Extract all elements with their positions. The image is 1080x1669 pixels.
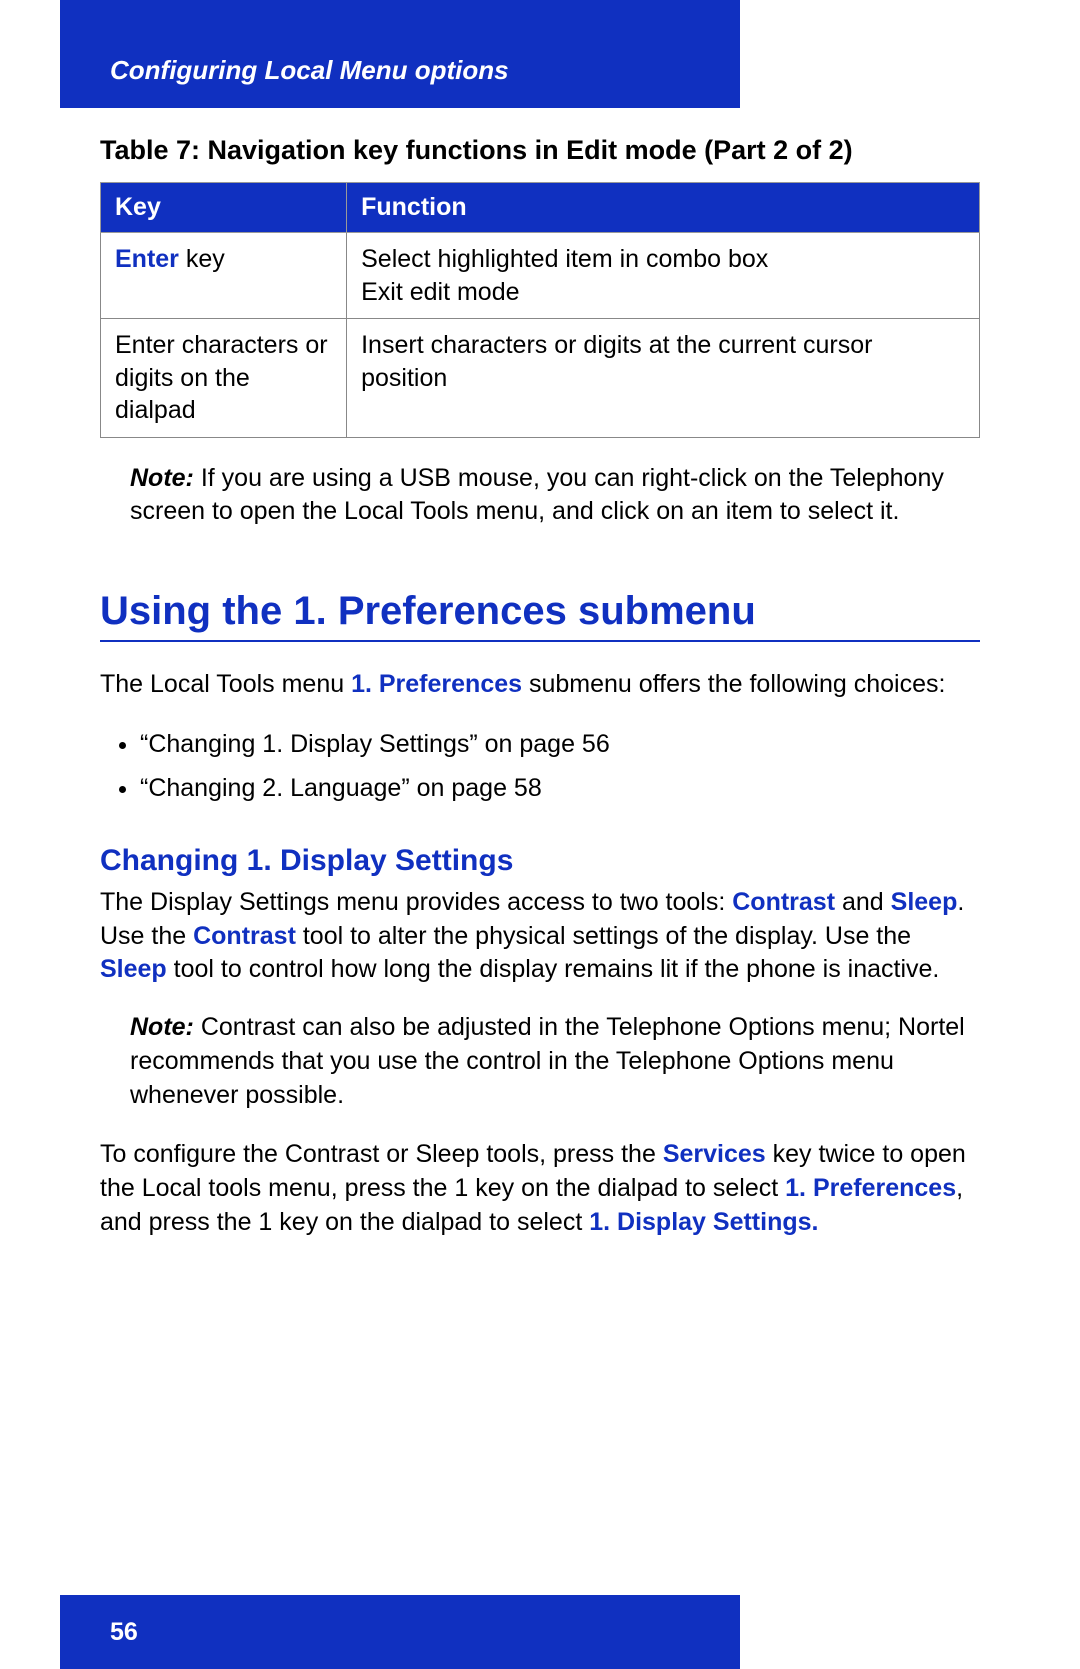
services-label: Services	[663, 1140, 766, 1168]
key-rest: key	[179, 245, 225, 273]
note-text: Contrast can also be adjusted in the Tel…	[130, 1013, 965, 1109]
list-item: “Changing 1. Display Settings” on page 5…	[140, 724, 980, 764]
cell-function: Insert characters or digits at the curre…	[347, 319, 980, 438]
table-header-function: Function	[347, 183, 980, 233]
text-run: and	[835, 888, 891, 916]
content: Table 7: Navigation key functions in Edi…	[100, 135, 980, 1240]
table-header-key: Key	[101, 183, 347, 233]
function-line: Exit edit mode	[361, 278, 519, 306]
note-block: Note: Contrast can also be adjusted in t…	[130, 1011, 980, 1112]
cell-key: Enter key	[101, 233, 347, 319]
contrast-label: Contrast	[193, 922, 296, 950]
cell-key: Enter characters or digits on the dialpa…	[101, 319, 347, 438]
text-run: To configure the Contrast or Sleep tools…	[100, 1140, 663, 1168]
header-band: Configuring Local Menu options	[60, 0, 740, 108]
preferences-label: 1. Preferences	[785, 1174, 956, 1202]
note-block: Note: If you are using a USB mouse, you …	[130, 462, 980, 530]
list-item: “Changing 2. Language” on page 58	[140, 768, 980, 808]
header-title: Configuring Local Menu options	[110, 55, 509, 86]
sleep-label: Sleep	[891, 888, 958, 916]
note-label: Note:	[130, 1013, 194, 1041]
note-label: Note:	[130, 464, 194, 492]
table-row: Enter key Select highlighted item in com…	[101, 233, 980, 319]
table-row: Enter characters or digits on the dialpa…	[101, 319, 980, 438]
subsection-heading: Changing 1. Display Settings	[100, 844, 980, 878]
cell-function: Select highlighted item in combo box Exi…	[347, 233, 980, 319]
subsection-paragraph: The Display Settings menu provides acces…	[100, 886, 980, 987]
contrast-label: Contrast	[732, 888, 835, 916]
preferences-label: 1. Preferences	[351, 670, 522, 698]
navigation-key-table: Key Function Enter key Select highlighte…	[100, 182, 980, 438]
section-intro: The Local Tools menu 1. Preferences subm…	[100, 668, 980, 702]
section-heading: Using the 1. Preferences submenu	[100, 589, 980, 642]
text-run: tool to control how long the display rem…	[167, 955, 940, 983]
page: Configuring Local Menu options Table 7: …	[0, 0, 1080, 1669]
function-line: Select highlighted item in combo box	[361, 245, 768, 273]
bullet-list: “Changing 1. Display Settings” on page 5…	[100, 724, 980, 808]
footer-band: 56	[60, 1595, 740, 1669]
subsection-paragraph: To configure the Contrast or Sleep tools…	[100, 1138, 980, 1239]
display-settings-label: 1. Display Settings.	[589, 1208, 818, 1236]
page-number: 56	[110, 1618, 138, 1647]
text-run: The Display Settings menu provides acces…	[100, 888, 732, 916]
table-caption: Table 7: Navigation key functions in Edi…	[100, 135, 980, 166]
text-run: tool to alter the physical settings of t…	[296, 922, 911, 950]
sleep-label: Sleep	[100, 955, 167, 983]
note-text: If you are using a USB mouse, you can ri…	[130, 464, 944, 526]
text-run: The Local Tools menu	[100, 670, 351, 698]
enter-key-label: Enter	[115, 245, 179, 273]
text-run: submenu offers the following choices:	[522, 670, 945, 698]
